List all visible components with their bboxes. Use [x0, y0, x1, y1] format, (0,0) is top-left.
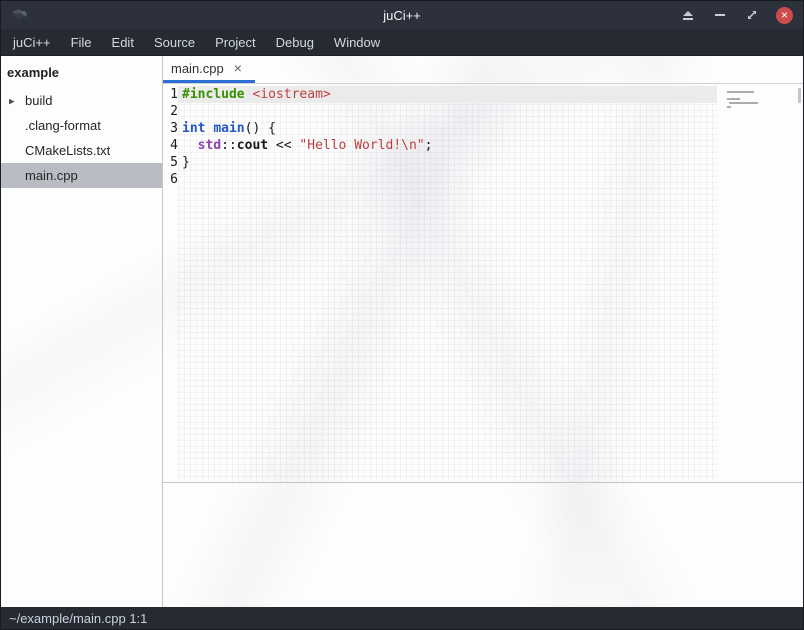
token-keyword: int — [182, 121, 205, 136]
code-area[interactable]: #include <iostream> int main() { std::co… — [178, 86, 717, 482]
token-string: "Hello World!\n" — [299, 138, 424, 153]
line-number-gutter: 1 2 3 4 5 6 — [163, 86, 178, 482]
token-namespace: std — [198, 138, 221, 153]
line-number: 4 — [165, 137, 178, 154]
sidebar-item-build[interactable]: ▸ build — [1, 88, 162, 113]
token-plain: :: — [221, 138, 237, 153]
chevron-right-icon[interactable]: ▸ — [9, 94, 15, 107]
token-plain: ; — [425, 138, 433, 153]
token-plain: } — [182, 155, 190, 170]
close-button[interactable]: × — [776, 7, 793, 24]
menu-jucipp[interactable]: juCi++ — [3, 29, 61, 56]
token-function-name: main — [213, 121, 244, 136]
terminal-panel[interactable] — [163, 482, 803, 607]
minimize-icon — [715, 14, 725, 16]
line-number: 2 — [165, 103, 178, 120]
token-indent — [182, 138, 198, 153]
app-logo-icon — [11, 8, 29, 23]
menu-window[interactable]: Window — [324, 29, 390, 56]
minimap-line-mark — [729, 102, 758, 104]
line-number: 5 — [165, 154, 178, 171]
line-number: 6 — [165, 171, 178, 188]
eject-icon[interactable] — [680, 7, 696, 23]
token-preprocessor: #include — [182, 87, 245, 102]
token-operator: << — [268, 138, 299, 153]
source-editor[interactable]: 1 2 3 4 5 6 #include <iostream> int main… — [163, 84, 803, 482]
minimap-line-mark — [727, 91, 754, 93]
restore-icon — [746, 9, 758, 21]
tab-label: main.cpp — [171, 61, 224, 76]
menu-file[interactable]: File — [61, 29, 102, 56]
minimize-button[interactable] — [712, 7, 728, 23]
window-controls: × — [680, 7, 793, 24]
tabbar: main.cpp × — [163, 56, 803, 84]
token-identifier: cout — [237, 138, 268, 153]
file-tree-sidebar: example ▸ build .clang-format CMakeLists… — [1, 56, 163, 607]
code-line-1[interactable]: #include <iostream> — [178, 86, 717, 103]
tab-close-icon[interactable]: × — [234, 61, 242, 75]
code-line-5[interactable]: } — [178, 154, 717, 171]
token-header-name: <iostream> — [252, 87, 330, 102]
tree-item-label: CMakeLists.txt — [25, 143, 110, 158]
editor-pane: main.cpp × 1 2 3 4 5 6 #include <iostrea… — [163, 56, 803, 607]
status-file-location: ~/example/main.cpp 1:1 — [9, 611, 147, 626]
content-area: example ▸ build .clang-format CMakeLists… — [1, 56, 803, 607]
code-line-2[interactable] — [178, 103, 717, 120]
code-line-4[interactable]: std::cout << "Hello World!\n"; — [178, 137, 717, 154]
tree-item-label: main.cpp — [25, 168, 78, 183]
minimap[interactable] — [717, 86, 803, 482]
menu-project[interactable]: Project — [205, 29, 265, 56]
menubar: juCi++ File Edit Source Project Debug Wi… — [1, 29, 803, 56]
sidebar-item-clang-format[interactable]: .clang-format — [1, 113, 162, 138]
titlebar: juCi++ × — [1, 1, 803, 29]
app-window: juCi++ × juCi++ File Edit Source Project — [0, 0, 804, 630]
code-line-3[interactable]: int main() { — [178, 120, 717, 137]
menu-edit[interactable]: Edit — [102, 29, 144, 56]
line-number: 1 — [165, 86, 178, 103]
code-line-6[interactable] — [178, 171, 717, 188]
minimap-line-mark — [727, 106, 731, 108]
tree-item-label: build — [25, 93, 52, 108]
minimap-line-mark — [727, 98, 740, 100]
token-plain: () { — [245, 121, 276, 136]
sidebar-item-cmakelists[interactable]: CMakeLists.txt — [1, 138, 162, 163]
menu-source[interactable]: Source — [144, 29, 205, 56]
sidebar-item-main-cpp[interactable]: main.cpp — [1, 163, 162, 188]
scrollbar-thumb[interactable] — [798, 88, 801, 103]
eject-icon-shape — [683, 11, 693, 20]
line-number: 3 — [165, 120, 178, 137]
project-root-label[interactable]: example — [1, 61, 162, 88]
menu-debug[interactable]: Debug — [266, 29, 324, 56]
statusbar: ~/example/main.cpp 1:1 — [1, 607, 803, 629]
restore-button[interactable] — [744, 7, 760, 23]
tab-main-cpp[interactable]: main.cpp × — [163, 56, 255, 83]
tree-item-label: .clang-format — [25, 118, 101, 133]
